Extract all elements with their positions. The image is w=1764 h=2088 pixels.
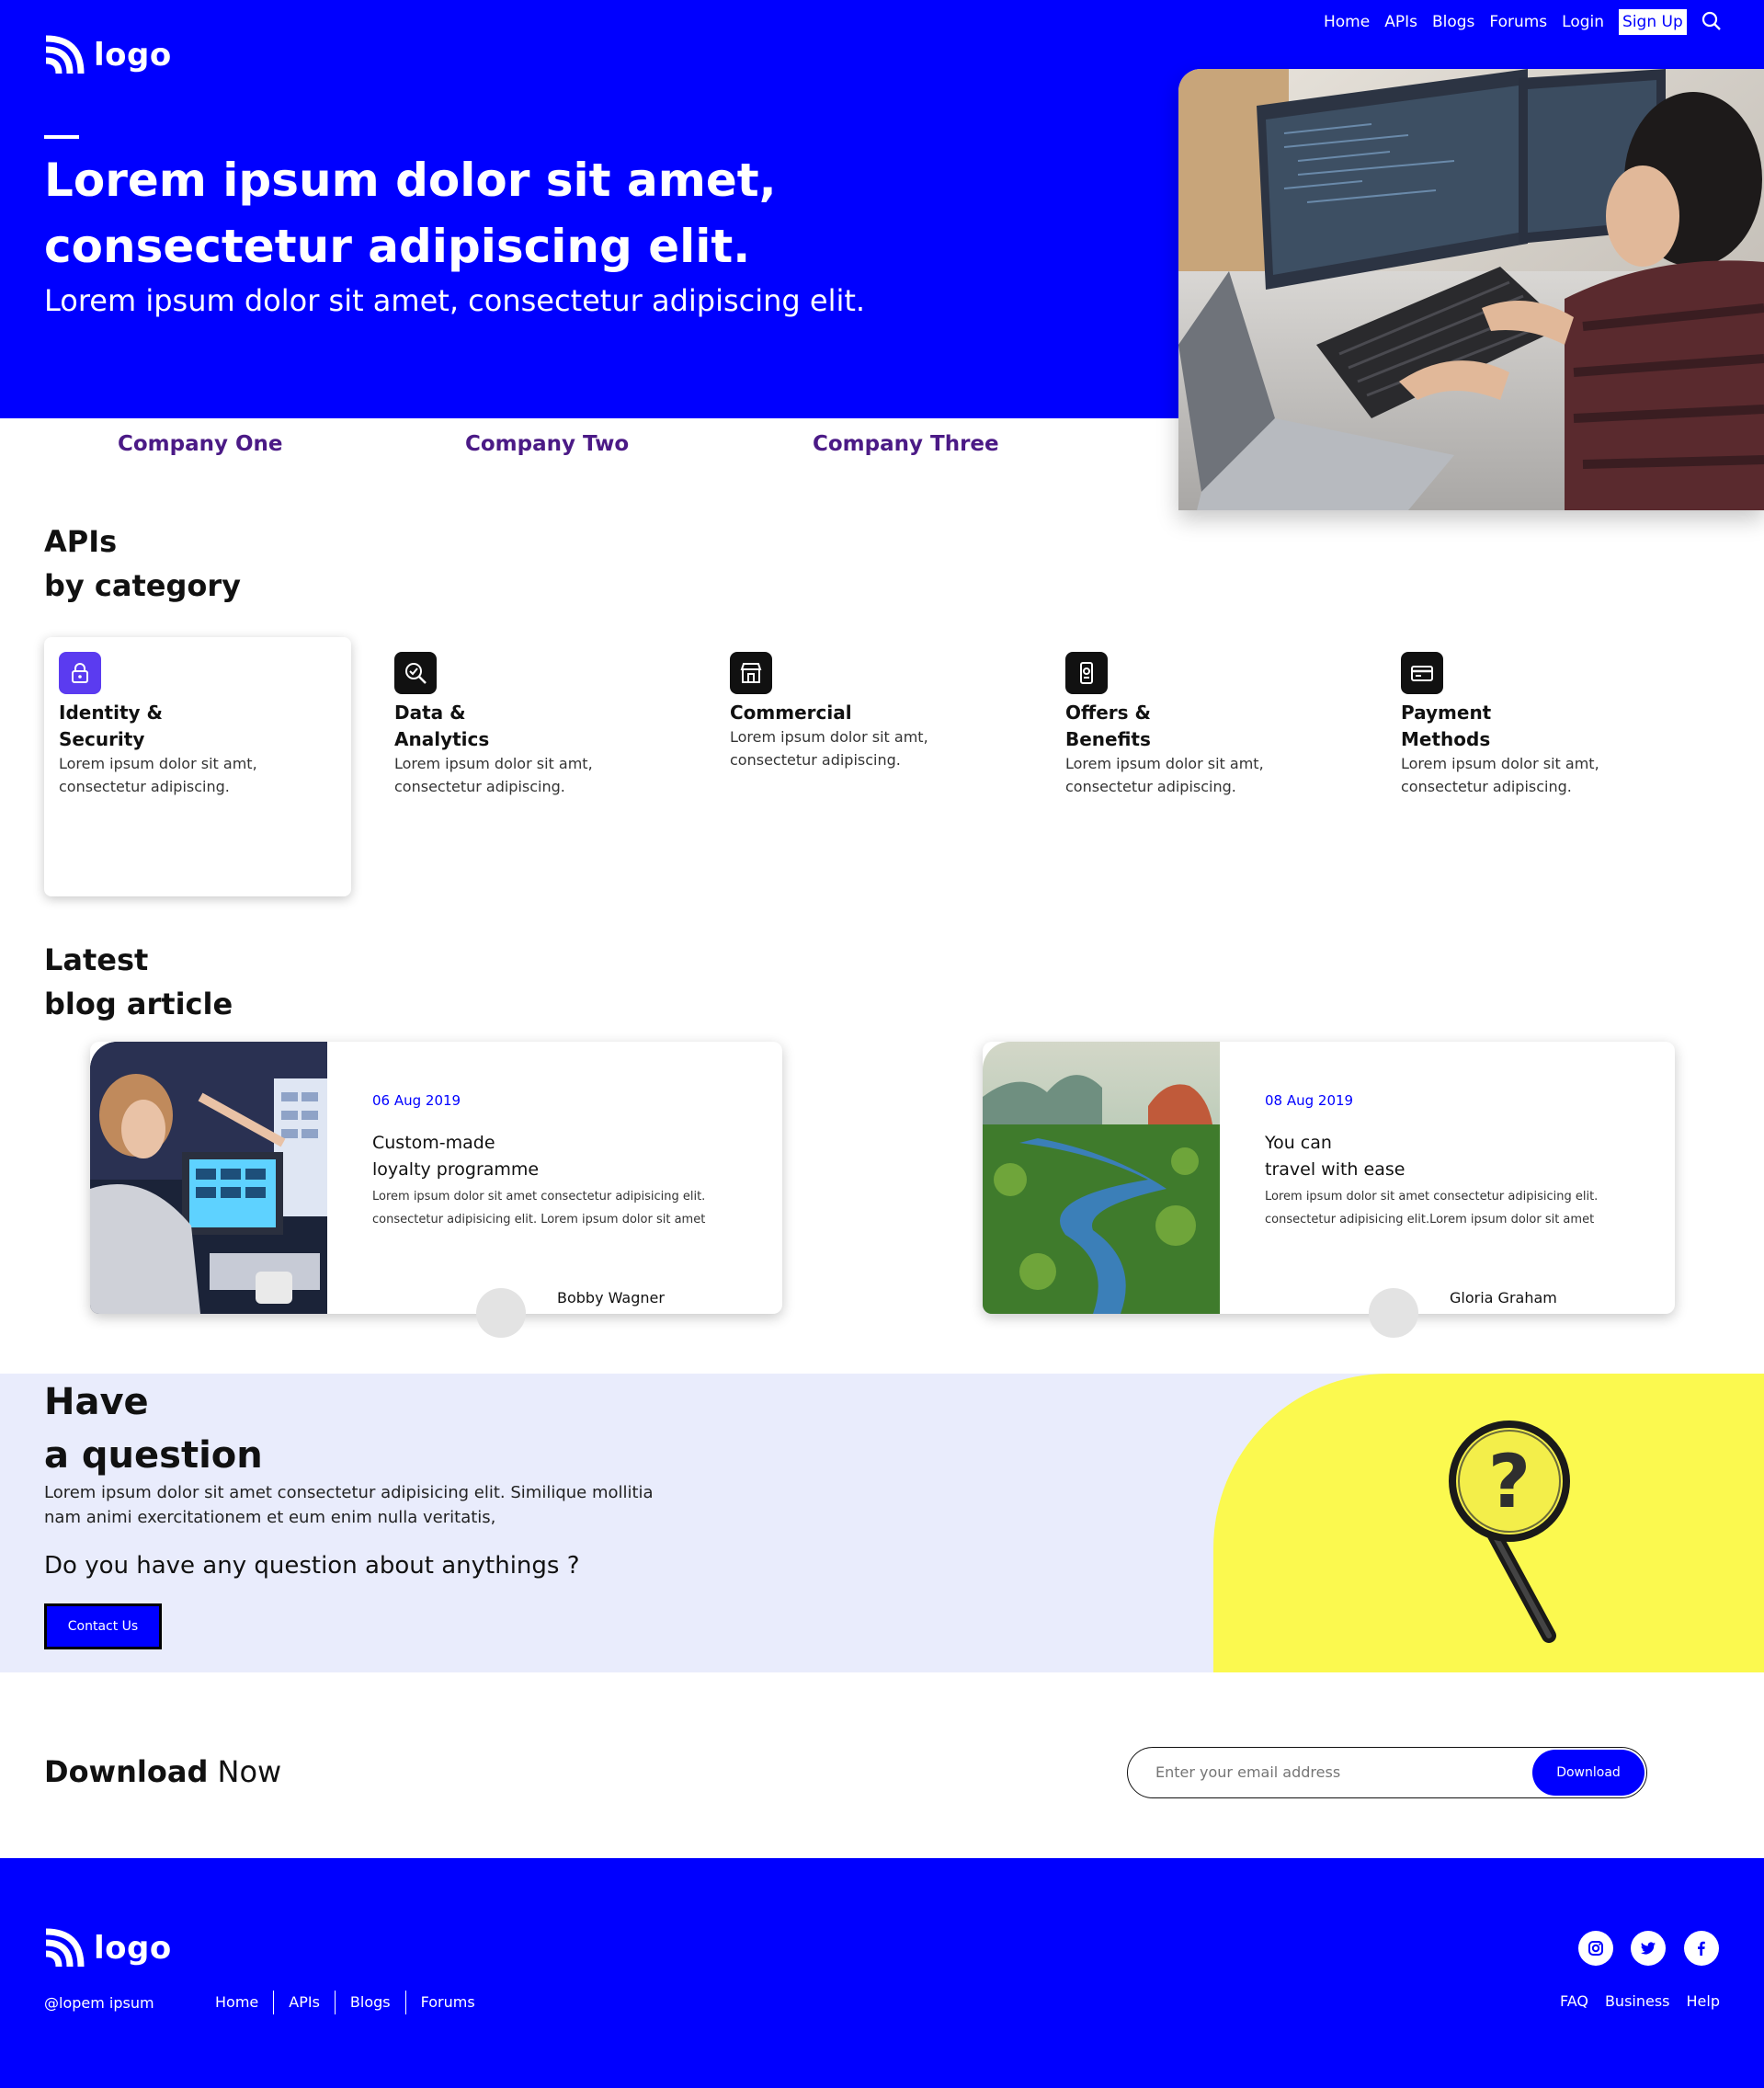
question-image: ? — [1213, 1374, 1764, 1672]
question-heading-line1: Have — [44, 1381, 149, 1423]
category-name: Identity & Security — [59, 702, 163, 750]
download-title-rest: Now — [208, 1754, 282, 1789]
avatar — [476, 1288, 526, 1338]
company-strip: Company One Company Two Company Three — [0, 432, 1177, 469]
nav-blogs[interactable]: Blogs — [1432, 12, 1474, 32]
blog-heading: Latest blog article — [44, 938, 233, 1026]
category-desc: Lorem ipsum dolor sit amt, consectetur a… — [59, 755, 257, 795]
download-button[interactable]: Download — [1532, 1750, 1645, 1796]
category-data-analytics[interactable]: Data & Analytics Lorem ipsum dolor sit a… — [380, 637, 687, 896]
download-title: Download Now — [44, 1754, 281, 1789]
hero-accent-line — [44, 135, 79, 139]
twitter-icon[interactable] — [1631, 1931, 1666, 1966]
question-heading: Have a question — [44, 1375, 263, 1482]
category-identity-security[interactable]: Identity & Security Lorem ipsum dolor si… — [44, 637, 351, 896]
logo-icon — [45, 1928, 85, 1968]
blog-heading-line2: blog article — [44, 987, 233, 1021]
nav-home[interactable]: Home — [1324, 12, 1370, 32]
blog-excerpt: Lorem ipsum dolor sit amet consectetur a… — [372, 1190, 706, 1227]
footer-link-apis[interactable]: APIs — [273, 1991, 335, 2014]
hero-title: Lorem ipsum dolor sit amet, consectetur … — [44, 154, 777, 273]
blog-author: Gloria Graham — [1450, 1289, 1557, 1306]
footer-copyright: @lopem ipsum — [44, 1994, 154, 2012]
footer-link-faq[interactable]: FAQ — [1560, 1992, 1588, 2010]
company-three: Company Three — [813, 432, 999, 456]
analytics-icon — [394, 652, 437, 694]
svg-text:?: ? — [1488, 1439, 1531, 1524]
store-icon — [730, 652, 772, 694]
question-text: Lorem ipsum dolor sit amet consectetur a… — [44, 1483, 654, 1527]
logo-icon — [45, 35, 85, 74]
apis-heading-line1: APIs — [44, 524, 118, 559]
blog-image — [983, 1042, 1220, 1314]
contact-us-button[interactable]: Contact Us — [44, 1603, 162, 1649]
footer-logo[interactable]: logo — [44, 1928, 172, 1968]
footer: logo @lopem ipsum Home APIs Blogs Forums… — [0, 1858, 1764, 2088]
company-one: Company One — [118, 432, 283, 456]
download-form: Download — [1127, 1747, 1647, 1798]
category-name: Data & Analytics — [394, 702, 490, 750]
footer-link-business[interactable]: Business — [1605, 1992, 1670, 2010]
search-icon[interactable] — [1701, 11, 1724, 33]
blog-title[interactable]: Custom-made loyalty programme — [372, 1130, 740, 1183]
instagram-icon[interactable] — [1578, 1931, 1613, 1966]
category-commercial[interactable]: Commercial Lorem ipsum dolor sit amt, co… — [715, 637, 1022, 896]
footer-link-help[interactable]: Help — [1687, 1992, 1720, 2010]
signup-button[interactable]: Sign Up — [1619, 9, 1687, 35]
question-prompt: Do you have any question about anythings… — [44, 1552, 580, 1580]
category-name: Offers & Benefits — [1065, 702, 1151, 750]
blog-heading-line1: Latest — [44, 942, 149, 977]
blog-card[interactable]: 06 Aug 2019 Custom-made loyalty programm… — [90, 1042, 782, 1338]
nav-login[interactable]: Login — [1562, 12, 1604, 32]
email-input[interactable] — [1155, 1763, 1505, 1781]
top-nav: Home APIs Blogs Forums Login Sign Up — [1324, 9, 1724, 35]
avatar — [1369, 1288, 1418, 1338]
apis-heading: APIs by category — [44, 519, 241, 608]
offers-icon — [1065, 652, 1108, 694]
download-title-bold: Download — [44, 1754, 209, 1789]
nav-apis[interactable]: APIs — [1384, 12, 1417, 32]
company-two: Company Two — [465, 432, 630, 456]
hero-image — [1178, 69, 1764, 510]
footer-nav: Home APIs Blogs Forums — [200, 1991, 490, 2014]
category-desc: Lorem ipsum dolor sit amt, consectetur a… — [730, 728, 928, 769]
blog-excerpt: Lorem ipsum dolor sit amet consectetur a… — [1265, 1190, 1599, 1227]
category-name: Commercial — [730, 702, 852, 724]
category-desc: Lorem ipsum dolor sit amt, consectetur a… — [394, 755, 593, 795]
category-name: Payment Methods — [1401, 702, 1492, 750]
blog-date: 06 Aug 2019 — [372, 1092, 461, 1109]
blog-card[interactable]: 08 Aug 2019 You can travel with ease Lor… — [983, 1042, 1675, 1338]
lock-icon — [59, 652, 101, 694]
card-icon — [1401, 652, 1443, 694]
apis-heading-line2: by category — [44, 568, 241, 603]
footer-link-home[interactable]: Home — [200, 1991, 273, 2014]
category-payment-methods[interactable]: Payment Methods Lorem ipsum dolor sit am… — [1386, 637, 1693, 896]
hero-subtitle: Lorem ipsum dolor sit amet, consectetur … — [44, 283, 866, 318]
blog-author: Bobby Wagner — [557, 1289, 665, 1306]
question-heading-line2: a question — [44, 1434, 263, 1477]
logo-text: logo — [94, 37, 172, 74]
question-section: ? Have a question Lorem ipsum dolor sit … — [0, 1374, 1764, 1672]
nav-forums[interactable]: Forums — [1489, 12, 1547, 32]
logo-text: logo — [94, 1930, 172, 1967]
footer-link-forums[interactable]: Forums — [404, 1991, 490, 2014]
footer-link-blogs[interactable]: Blogs — [334, 1991, 405, 2014]
blog-date: 08 Aug 2019 — [1265, 1092, 1354, 1109]
category-desc: Lorem ipsum dolor sit amt, consectetur a… — [1401, 755, 1599, 795]
header-logo[interactable]: logo — [44, 35, 172, 75]
facebook-icon[interactable] — [1684, 1931, 1719, 1966]
blog-image — [90, 1042, 327, 1314]
category-desc: Lorem ipsum dolor sit amt, consectetur a… — [1065, 755, 1264, 795]
blog-title[interactable]: You can travel with ease — [1265, 1130, 1633, 1183]
footer-right-links: FAQ Business Help — [1560, 1992, 1720, 2010]
category-offers-benefits[interactable]: Offers & Benefits Lorem ipsum dolor sit … — [1051, 637, 1358, 896]
